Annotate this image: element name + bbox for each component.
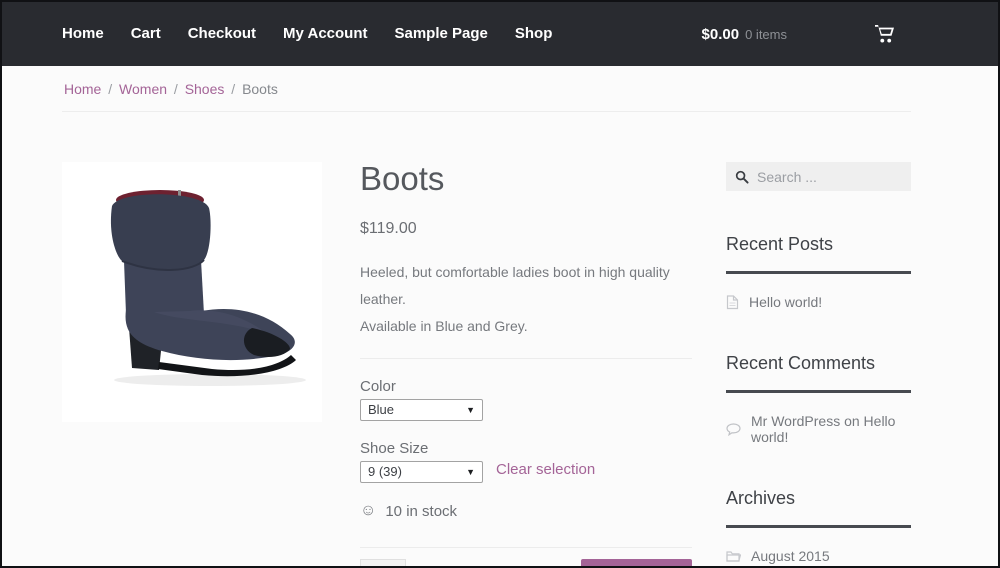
search-box[interactable] xyxy=(726,162,911,191)
search-icon xyxy=(735,170,749,184)
quantity-input[interactable] xyxy=(360,559,406,566)
product-description: Heeled, but comfortable ladies boot in h… xyxy=(360,259,692,341)
breadcrumb-separator: / xyxy=(231,81,236,97)
size-label: Shoe Size xyxy=(360,439,429,457)
product-price: $119.00 xyxy=(360,219,417,237)
archive-link[interactable]: August 2015 xyxy=(751,548,830,564)
nav-link-home[interactable]: Home xyxy=(62,25,104,42)
product-image[interactable] xyxy=(62,162,322,422)
divider xyxy=(360,357,692,359)
widget-recent-comments: Recent Comments Mr WordPress on Hello wo… xyxy=(726,353,911,445)
comment-icon xyxy=(726,422,741,436)
top-navbar: Home Cart Checkout My Account Sample Pag… xyxy=(2,2,998,66)
nav-item-my-account[interactable]: My Account xyxy=(283,25,367,43)
widget-rule xyxy=(726,390,911,393)
widget-recent-posts: Recent Posts Hello world! xyxy=(726,234,911,310)
nav-link-shop[interactable]: Shop xyxy=(515,25,553,42)
product-description-line2: Available in Blue and Grey. xyxy=(360,318,528,335)
breadcrumb: Home / Women / Shoes / Boots xyxy=(62,66,911,112)
recent-post-link[interactable]: Hello world! xyxy=(749,294,822,310)
widget-rule xyxy=(726,525,911,528)
folder-icon xyxy=(726,550,741,562)
breadcrumb-separator: / xyxy=(108,81,113,97)
nav-item-sample-page[interactable]: Sample Page xyxy=(395,25,488,43)
chevron-down-icon: ▼ xyxy=(466,404,475,415)
nav-item-cart[interactable]: Cart xyxy=(131,25,161,43)
widget-rule xyxy=(726,271,911,274)
nav-item-checkout[interactable]: Checkout xyxy=(188,25,256,43)
breadcrumb-link-women[interactable]: Women xyxy=(119,81,167,97)
list-item: Mr WordPress on Hello world! xyxy=(726,413,911,445)
cart-total: $0.00 xyxy=(701,25,740,43)
color-select-value: Blue xyxy=(368,402,395,418)
breadcrumb-current: Boots xyxy=(242,81,278,97)
product-title: Boots xyxy=(360,160,445,197)
widget-title: Recent Posts xyxy=(726,234,834,254)
widget-archives: Archives August 2015 xyxy=(726,488,911,564)
nav-item-home[interactable]: Home xyxy=(62,25,104,43)
nav-link-checkout[interactable]: Checkout xyxy=(188,25,256,42)
divider xyxy=(360,546,692,548)
cart-icon[interactable] xyxy=(875,25,894,43)
add-to-cart-row: Add to cart xyxy=(360,558,692,566)
size-select[interactable]: 9 (39) ▼ xyxy=(360,460,483,483)
stock-status-text: 10 in stock xyxy=(385,502,458,520)
color-label: Color xyxy=(360,377,396,395)
document-icon xyxy=(726,294,739,310)
primary-menu: Home Cart Checkout My Account Sample Pag… xyxy=(62,25,552,43)
nav-item-shop[interactable]: Shop xyxy=(515,25,553,43)
main-content: Boots $119.00 Heeled, but comfortable la… xyxy=(62,112,911,566)
list-item: Hello world! xyxy=(726,294,911,310)
product-description-line1: Heeled, but comfortable ladies boot in h… xyxy=(360,263,670,307)
product-summary: Boots $119.00 Heeled, but comfortable la… xyxy=(360,160,692,566)
nav-link-sample-page[interactable]: Sample Page xyxy=(395,25,488,42)
smiley-icon: ☺ xyxy=(360,502,377,520)
list-item: August 2015 xyxy=(726,548,911,564)
breadcrumb-link-home[interactable]: Home xyxy=(64,81,101,97)
size-row: 9 (39) ▼ Clear selection xyxy=(360,457,692,483)
breadcrumb-separator: / xyxy=(173,81,178,97)
clear-selection-link[interactable]: Clear selection xyxy=(496,461,595,478)
recent-comment-link[interactable]: Mr WordPress on Hello world! xyxy=(751,413,911,445)
add-to-cart-button[interactable]: Add to cart xyxy=(580,558,692,566)
stock-status: ☺ 10 in stock xyxy=(360,503,692,520)
chevron-down-icon: ▼ xyxy=(466,466,475,477)
breadcrumb-link-shoes[interactable]: Shoes xyxy=(185,81,225,97)
color-select[interactable]: Blue ▼ xyxy=(360,398,483,421)
widget-title: Recent Comments xyxy=(726,353,876,373)
search-input[interactable] xyxy=(757,168,902,185)
size-select-value: 9 (39) xyxy=(368,464,402,480)
cart-summary[interactable]: $0.00 0 items xyxy=(702,26,787,43)
widget-title: Archives xyxy=(726,488,796,508)
cart-item-count: 0 items xyxy=(745,26,787,42)
browser-viewport: Home Cart Checkout My Account Sample Pag… xyxy=(0,0,1000,568)
nav-link-cart[interactable]: Cart xyxy=(131,25,161,42)
nav-link-my-account[interactable]: My Account xyxy=(283,25,367,42)
sidebar: Recent Posts Hello world! Recent xyxy=(726,162,911,564)
